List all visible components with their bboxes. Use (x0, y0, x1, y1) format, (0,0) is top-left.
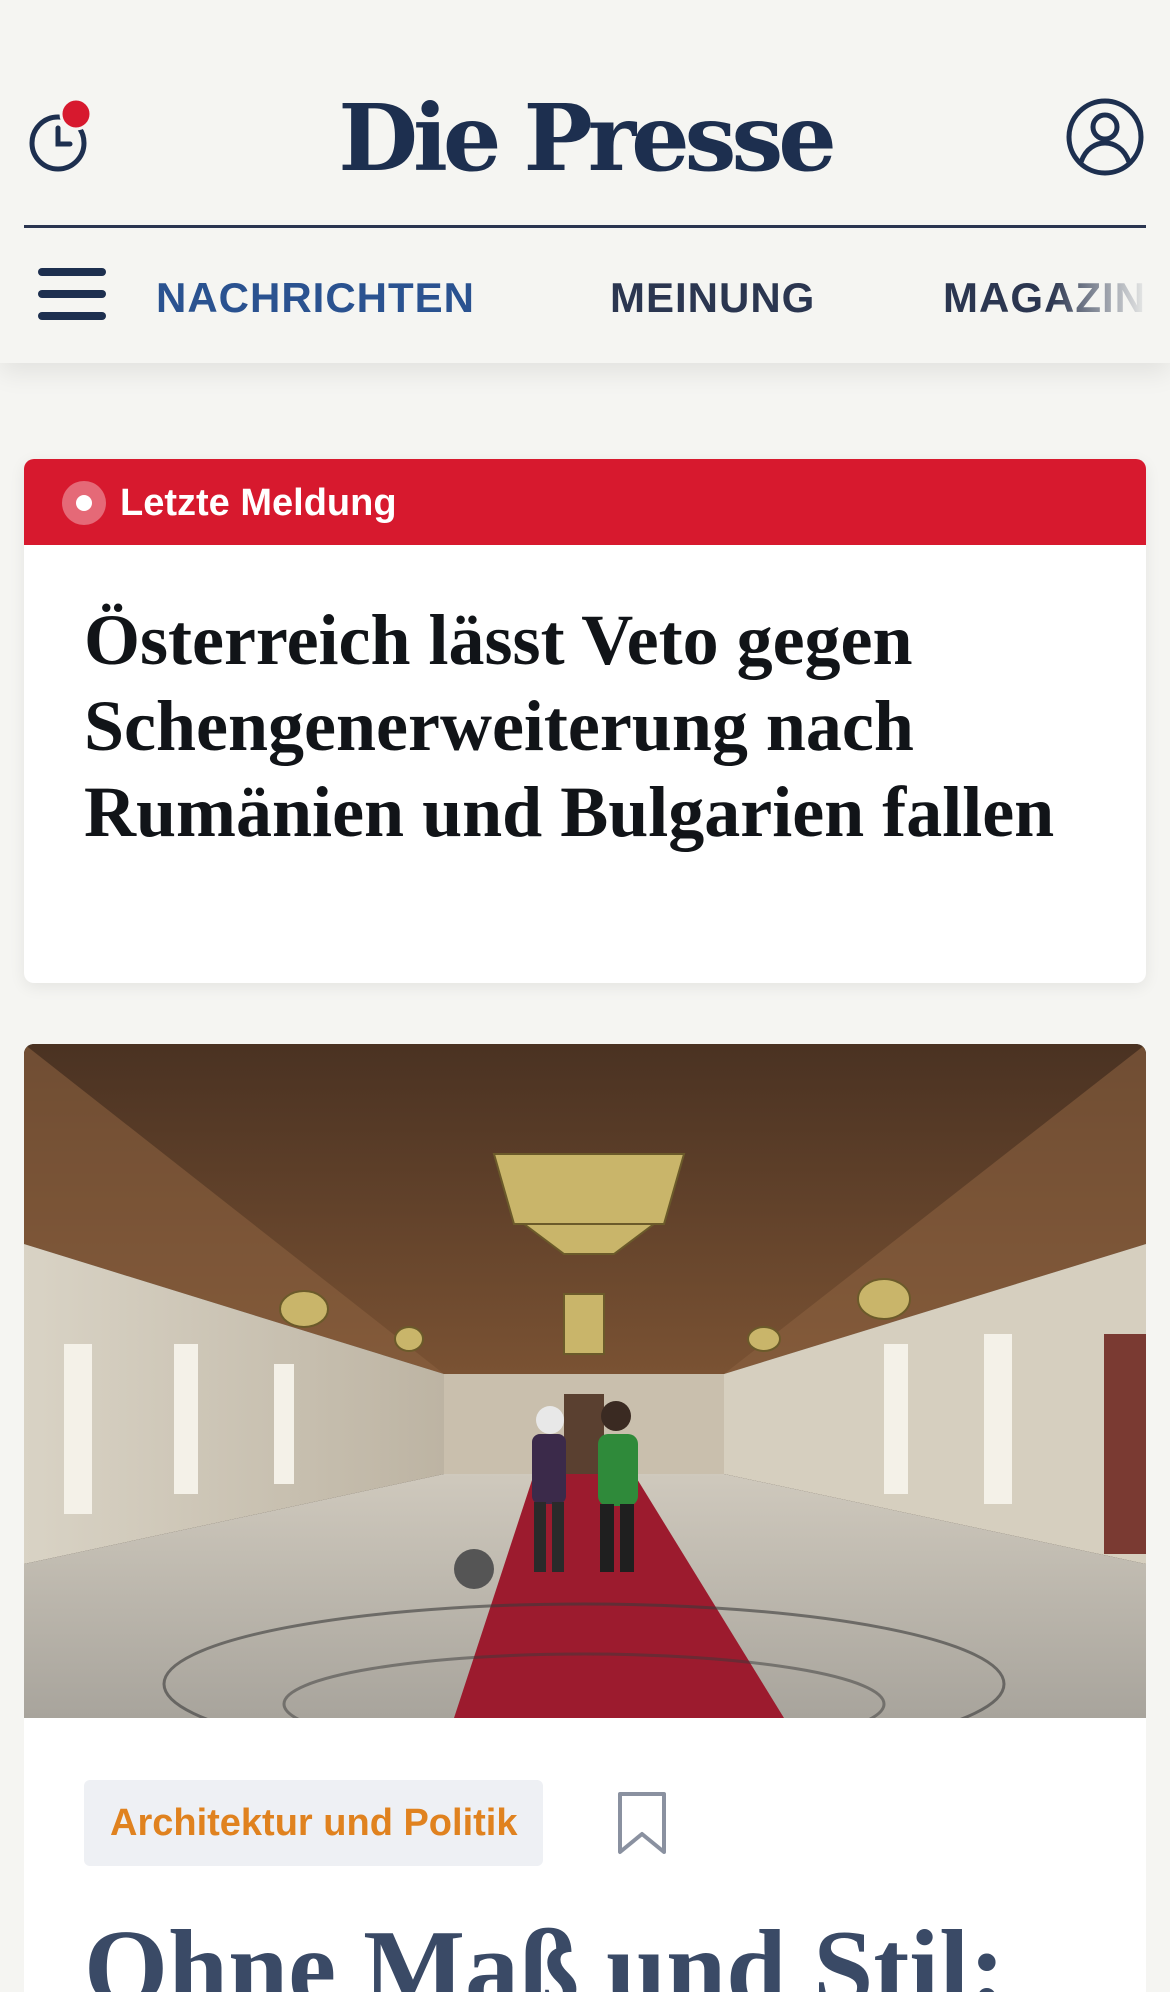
bookmark-button[interactable] (614, 1790, 670, 1858)
hamburger-menu-icon[interactable] (38, 268, 106, 324)
live-indicator-icon (62, 481, 106, 525)
breaking-news-headline[interactable]: Österreich lässt Veto gegen Schengenerwe… (84, 597, 1104, 855)
article-hero-image[interactable] (24, 1044, 1146, 1718)
page: Die Presse NACHRICHTEN MEINUNG MAGAZIN L… (0, 0, 1170, 1992)
article-headline[interactable]: Ohne Maß und Stil: (84, 1904, 1124, 1992)
user-account-icon (1066, 98, 1144, 176)
breaking-news-card[interactable]: Letzte Meldung Österreich lässt Veto geg… (24, 459, 1146, 983)
breaking-news-label: Letzte Meldung (120, 482, 397, 524)
site-logo[interactable]: Die Presse (0, 78, 1170, 198)
article-card[interactable]: Architektur und Politik Ohne Maß und Sti… (24, 1044, 1146, 1992)
nav-scroll-fade (1050, 228, 1170, 363)
category-tag[interactable]: Architektur und Politik (84, 1780, 544, 1866)
palace-hall-photo (24, 1044, 1146, 1718)
account-button[interactable] (1064, 96, 1146, 178)
nav-item-meinung[interactable]: MEINUNG (610, 272, 815, 324)
nav-item-nachrichten[interactable]: NACHRICHTEN (156, 272, 475, 324)
bookmark-icon (618, 1792, 666, 1854)
main-navigation: NACHRICHTEN MEINUNG MAGAZIN (0, 228, 1170, 363)
site-header: Die Presse NACHRICHTEN MEINUNG MAGAZIN (0, 0, 1170, 363)
breaking-news-bar: Letzte Meldung (24, 459, 1146, 545)
